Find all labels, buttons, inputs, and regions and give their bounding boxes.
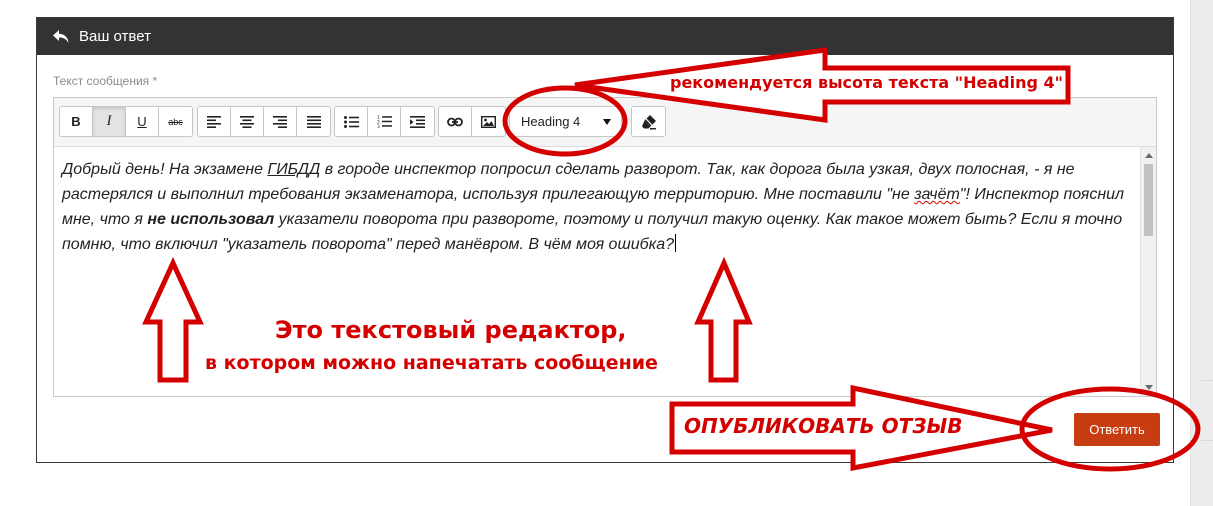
heading-style-select[interactable]: Heading 4 bbox=[509, 106, 622, 137]
image-icon bbox=[481, 115, 496, 128]
strikethrough-button[interactable]: abc bbox=[159, 107, 192, 136]
align-left-button[interactable] bbox=[198, 107, 231, 136]
annotation-editor-note: Это текстовый редактор, bbox=[275, 316, 627, 344]
align-center-button[interactable] bbox=[231, 107, 264, 136]
align-justify-icon bbox=[306, 115, 321, 128]
list-group: 123 bbox=[334, 106, 435, 137]
eraser-icon bbox=[641, 114, 656, 129]
message-text-bold-fragment: не использовал bbox=[147, 211, 275, 228]
editor-scrollbar[interactable] bbox=[1140, 147, 1156, 396]
heading-select-value: Heading 4 bbox=[521, 114, 581, 129]
scroll-up-arrow-icon[interactable] bbox=[1145, 153, 1153, 158]
message-text-fragment: ГИБДД bbox=[267, 161, 321, 178]
scroll-thumb[interactable] bbox=[1144, 164, 1153, 236]
submit-reply-button[interactable]: Ответить bbox=[1074, 413, 1160, 446]
message-text: Добрый день! На экзамене ГИБДД в городе … bbox=[62, 157, 1130, 257]
clear-format-group bbox=[631, 106, 666, 137]
right-gutter bbox=[1192, 0, 1213, 506]
numbered-list-icon: 123 bbox=[377, 115, 392, 128]
panel-header: Ваш ответ bbox=[37, 18, 1173, 55]
misspelled-word: зачёт bbox=[914, 186, 960, 203]
gutter-divider bbox=[1201, 440, 1213, 441]
alignment-group bbox=[197, 106, 331, 137]
scroll-down-arrow-icon[interactable] bbox=[1145, 385, 1153, 390]
annotation-heading-note: рекомендуется высота текста "Heading 4" bbox=[670, 73, 1063, 92]
align-left-icon bbox=[207, 115, 221, 128]
align-right-icon bbox=[273, 115, 287, 128]
gutter-divider bbox=[1201, 380, 1213, 381]
align-right-button[interactable] bbox=[264, 107, 297, 136]
font-style-group: B I U abc bbox=[59, 106, 193, 137]
bullet-list-icon bbox=[343, 115, 359, 128]
annotation-publish-note: ОПУБЛИКОВАТЬ ОТЗЫВ bbox=[684, 414, 963, 438]
annotation-editor-note: в котором можно напечатать сообщение bbox=[205, 352, 658, 374]
panel-title: Ваш ответ bbox=[79, 28, 151, 45]
editor-toolbar: B I U abc 1 2 3 Heading 4 bbox=[54, 98, 1156, 146]
svg-text:3: 3 bbox=[377, 124, 380, 128]
insert-image-button[interactable] bbox=[472, 107, 505, 136]
indent-icon bbox=[410, 115, 425, 128]
message-field-label: Текст сообщения * bbox=[53, 74, 158, 88]
bold-button[interactable]: B bbox=[60, 107, 93, 136]
insert-group bbox=[438, 106, 506, 137]
align-justify-button[interactable] bbox=[297, 107, 330, 136]
chevron-down-icon bbox=[603, 118, 611, 125]
reply-back-icon bbox=[52, 29, 70, 45]
align-center-icon bbox=[240, 115, 254, 128]
insert-link-button[interactable] bbox=[439, 107, 472, 136]
underline-button[interactable]: U bbox=[126, 107, 159, 136]
indent-button[interactable] bbox=[401, 107, 434, 136]
italic-button[interactable]: I bbox=[93, 107, 126, 136]
link-icon bbox=[447, 117, 463, 126]
message-text-fragment: Добрый день! На экзамене bbox=[62, 161, 268, 178]
clear-format-button[interactable] bbox=[632, 107, 665, 136]
bullet-list-button[interactable] bbox=[335, 107, 368, 136]
numbered-list-button[interactable]: 123 bbox=[368, 107, 401, 136]
text-cursor bbox=[674, 234, 676, 252]
